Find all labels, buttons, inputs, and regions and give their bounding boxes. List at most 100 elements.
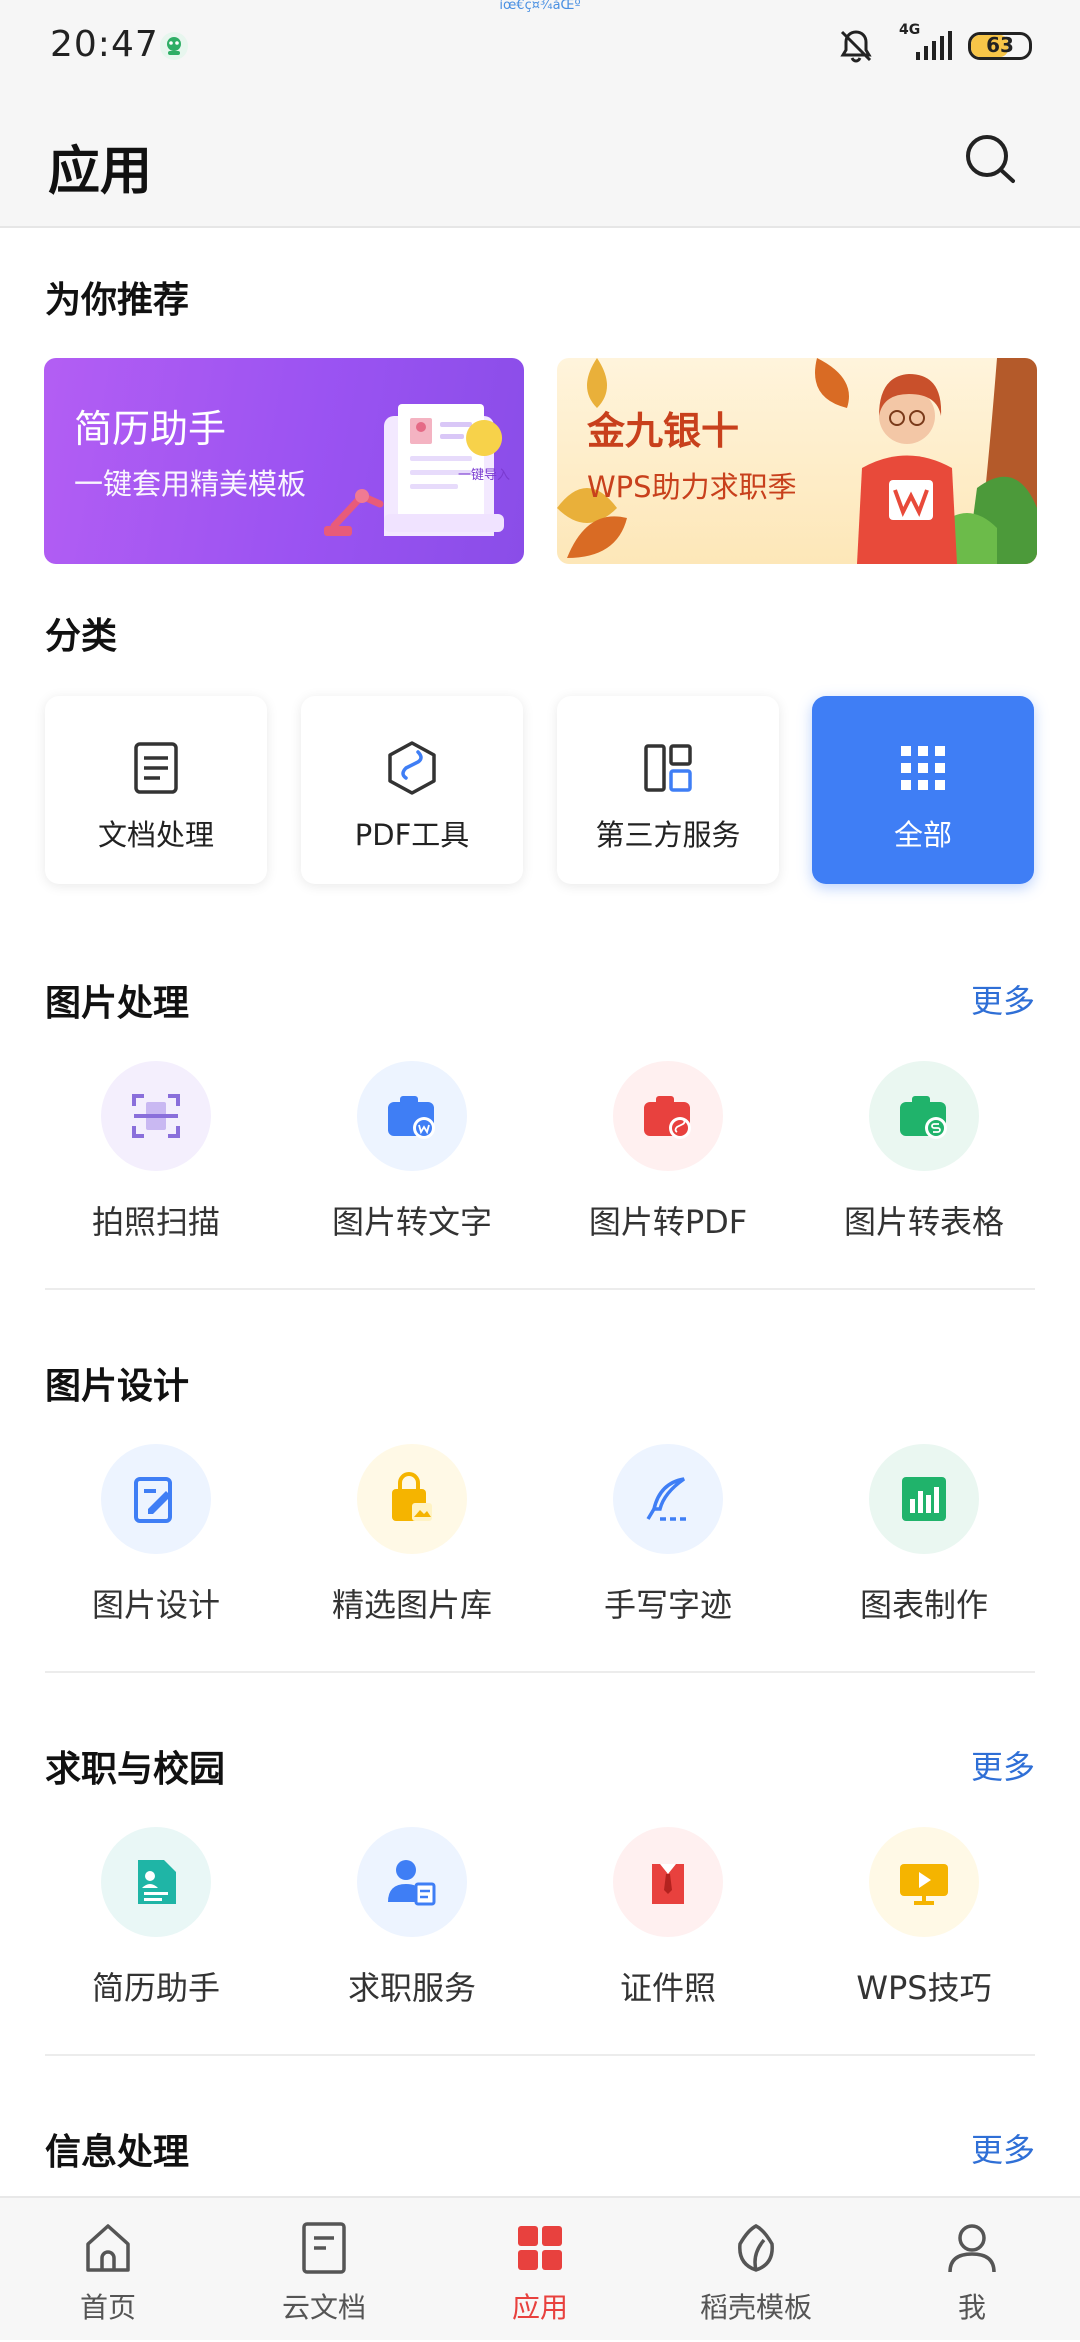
job-campus-section-title: 求职与校园 [45, 1749, 226, 1790]
bottom-navigation: 首页 云文档 应用 稻壳模板 我 [0, 2196, 1080, 2340]
battery-level: 63 [986, 33, 1014, 57]
feather-pen-icon [646, 1477, 688, 1521]
tool-icon-bg [357, 1061, 467, 1171]
tool-resume-assistant[interactable]: 简历助手 [28, 1827, 284, 2027]
tool-label: 手写字迹 [603, 1586, 732, 1624]
tool-chart-making[interactable]: 图表制作 [796, 1444, 1052, 1644]
camera-pdf-icon [644, 1096, 691, 1139]
resume-icon [138, 1860, 176, 1904]
pdf-hexagon-icon [388, 741, 436, 795]
tool-label: 拍照扫描 [91, 1203, 220, 1241]
search-icon[interactable] [962, 131, 1022, 191]
camera-w-icon [388, 1096, 435, 1139]
nav-label: 我 [957, 2291, 986, 2324]
section-divider [45, 1671, 1035, 1673]
document-icon [134, 742, 178, 794]
battery-indicator: 63 [968, 32, 1032, 60]
info-processing-more-link[interactable]: 更多 [971, 2125, 1035, 2171]
tool-icon-bg [357, 1444, 467, 1554]
tool-icon-bg [613, 1444, 723, 1554]
category-pdf-tools[interactable]: PDF工具 [301, 696, 523, 884]
status-time: 20:47 [50, 24, 159, 65]
nav-label: 应用 [511, 2291, 568, 2324]
banner-stamp: 一键导入 [458, 468, 510, 483]
tool-label: 图片转PDF [588, 1203, 748, 1241]
tool-icon-bg [101, 1061, 211, 1171]
tool-image-to-text[interactable]: 图片转文字 [284, 1061, 540, 1261]
image-bag-icon [392, 1472, 432, 1521]
status-notice: ìœ€ç¤¾åŒº [499, 0, 581, 13]
category-all[interactable]: 全部 [812, 696, 1034, 884]
category-label: 第三方服务 [595, 818, 741, 852]
tool-photo-scan[interactable]: 拍照扫描 [28, 1061, 284, 1261]
image-processing-section-title: 图片处理 [45, 983, 190, 1024]
banner-job-season[interactable]: 金九银十 WPS助力求职季 [557, 358, 1037, 564]
tool-wps-tips[interactable]: WPS技巧 [796, 1827, 1052, 2027]
nav-label: 首页 [79, 2291, 136, 2324]
tool-image-design[interactable]: 图片设计 [28, 1444, 284, 1644]
leaves-illustration-icon [557, 358, 1037, 564]
nav-label: 稻壳模板 [699, 2291, 812, 2324]
nav-home[interactable]: 首页 [0, 2198, 216, 2342]
tool-icon-bg [869, 1827, 979, 1937]
tool-label: 求职服务 [347, 1969, 476, 2007]
tool-icon-bg [101, 1444, 211, 1554]
tool-label: 图片设计 [91, 1586, 220, 1624]
resume-illustration-icon: 一键导入 [324, 404, 510, 536]
recommend-section-title: 为你推荐 [45, 280, 190, 321]
scan-icon [132, 1094, 180, 1138]
banner-subtitle: 一键套用精美模板 [74, 467, 307, 501]
layout-icon [644, 744, 692, 792]
play-video-icon [900, 1864, 948, 1905]
status-bar: ìœ€ç¤¾åŒº 20:47 4G 63 [0, 0, 1080, 95]
tool-icon-bg [613, 1827, 723, 1937]
image-processing-more-link[interactable]: 更多 [971, 976, 1035, 1022]
tool-label: 简历助手 [91, 1969, 220, 2007]
category-section-title: 分类 [45, 616, 118, 657]
tool-label: 精选图片库 [331, 1586, 492, 1624]
tool-icon-bg [869, 1061, 979, 1171]
tool-id-photo[interactable]: 证件照 [540, 1827, 796, 2027]
category-label: PDF工具 [354, 818, 470, 852]
info-processing-section-title: 信息处理 [45, 2132, 190, 2173]
nav-profile[interactable]: 我 [864, 2198, 1080, 2342]
nav-apps[interactable]: 应用 [432, 2198, 648, 2342]
banner-resume-assistant[interactable]: 简历助手 一键套用精美模板 一键导入 [44, 358, 524, 564]
bar-chart-icon [902, 1477, 946, 1521]
tool-label: WPS技巧 [856, 1969, 992, 2007]
nav-templates[interactable]: 稻壳模板 [648, 2198, 864, 2342]
cloud-doc-icon [302, 2222, 346, 2274]
nav-cloud-docs[interactable]: 云文档 [216, 2198, 432, 2342]
banner-title: 简历助手 [74, 407, 227, 451]
tool-label: 图片转文字 [331, 1203, 492, 1241]
tool-label: 图片转表格 [843, 1203, 1004, 1241]
mute-bell-icon [840, 30, 872, 63]
job-campus-more-link[interactable]: 更多 [971, 1742, 1035, 1788]
tool-image-library[interactable]: 精选图片库 [284, 1444, 540, 1644]
tool-handwriting[interactable]: 手写字迹 [540, 1444, 796, 1644]
apps-icon [518, 2226, 562, 2270]
section-divider [45, 1288, 1035, 1290]
banner-title: 金九银十 [587, 409, 740, 453]
category-document-processing[interactable]: 文档处理 [45, 696, 267, 884]
tool-label: 证件照 [619, 1969, 716, 2007]
tool-job-service[interactable]: 求职服务 [284, 1827, 540, 2027]
category-label: 全部 [893, 818, 952, 852]
banner-subtitle: WPS助力求职季 [587, 470, 797, 504]
image-design-section-title: 图片设计 [45, 1366, 190, 1407]
nav-label: 云文档 [281, 2291, 366, 2324]
app-header: 应用 [0, 95, 1080, 228]
profile-icon [948, 2224, 996, 2273]
category-label: 文档处理 [97, 818, 214, 852]
job-person-icon [388, 1860, 436, 1906]
tool-image-to-pdf[interactable]: 图片转PDF [540, 1061, 796, 1261]
leaf-icon [738, 2224, 774, 2272]
signal-icon [916, 31, 952, 60]
grid-dots-icon [901, 746, 945, 790]
section-divider [45, 2054, 1035, 2056]
tool-icon-bg [613, 1061, 723, 1171]
category-third-party[interactable]: 第三方服务 [557, 696, 779, 884]
tool-icon-bg [101, 1827, 211, 1937]
tool-image-to-table[interactable]: 图片转表格 [796, 1061, 1052, 1261]
camera-s-icon [900, 1096, 947, 1139]
